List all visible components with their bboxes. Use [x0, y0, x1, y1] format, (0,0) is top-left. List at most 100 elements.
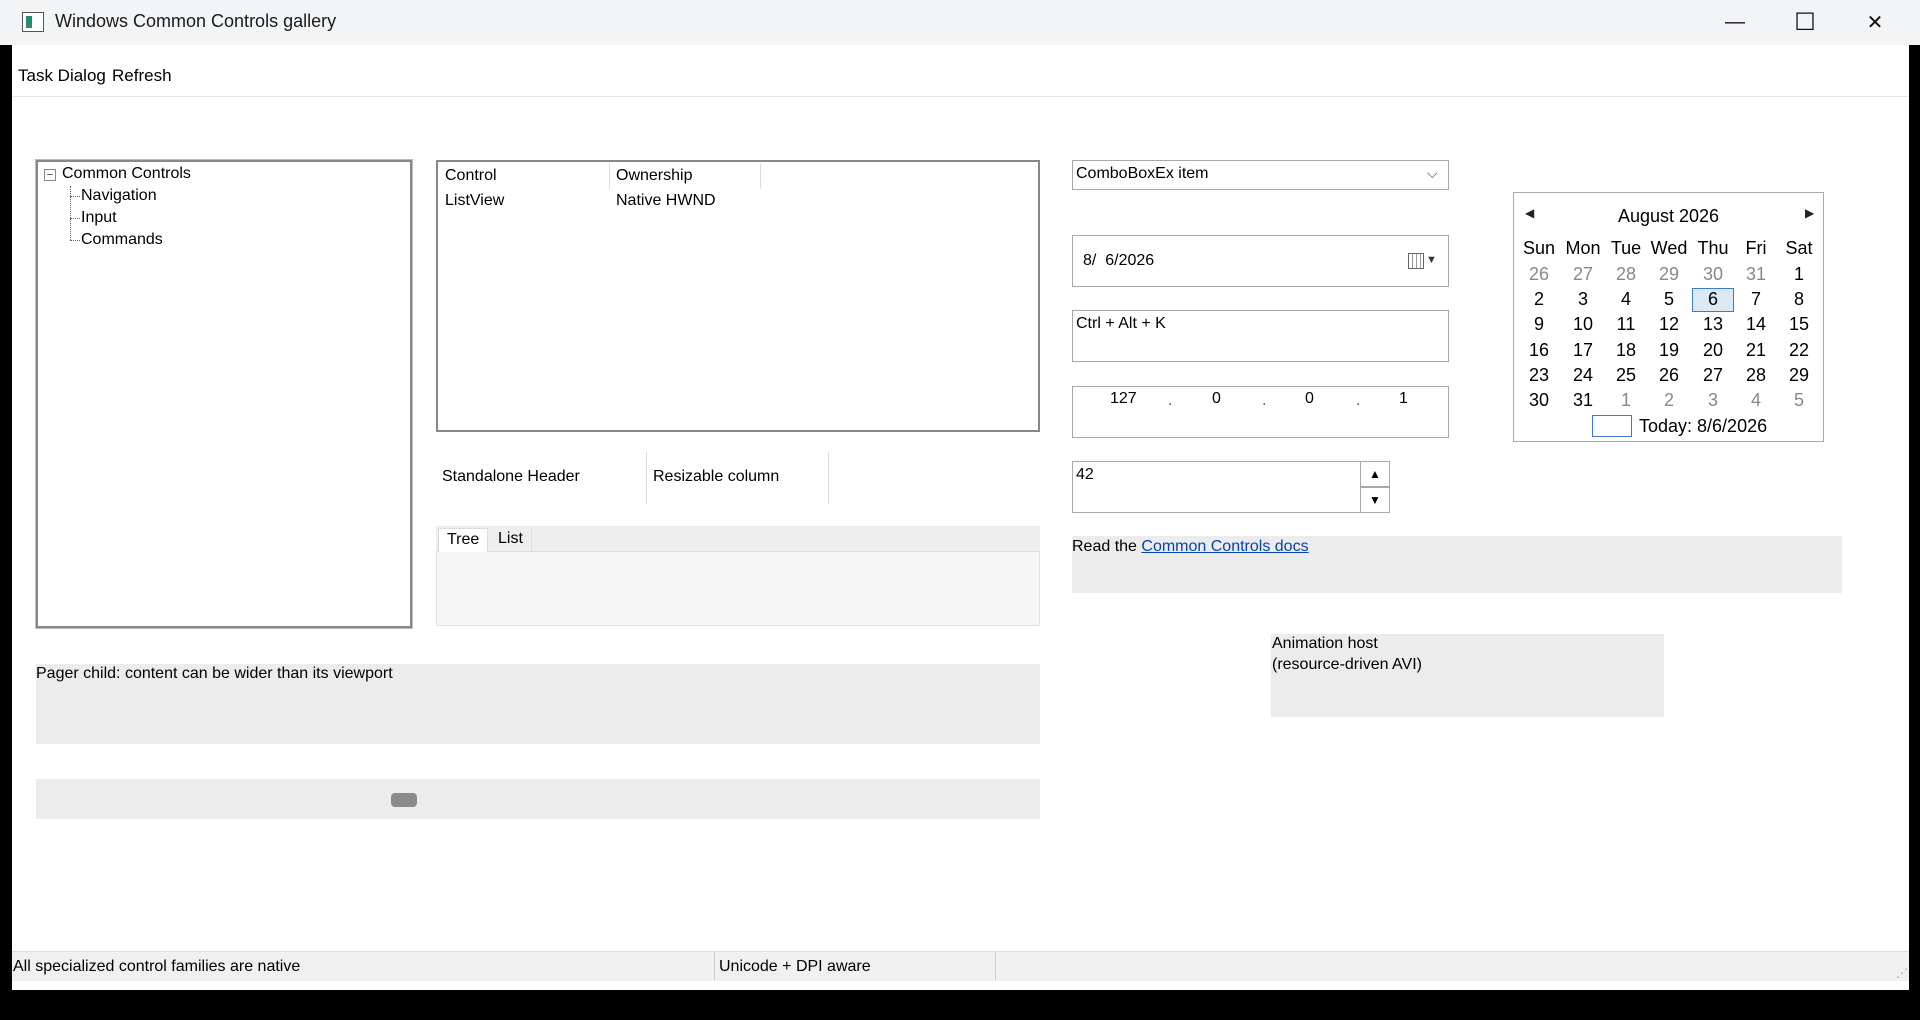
calendar-day[interactable]: 22: [1777, 340, 1821, 361]
calendar-day[interactable]: 18: [1604, 340, 1648, 361]
calendar-day[interactable]: 12: [1647, 314, 1691, 335]
chevron-down-icon[interactable]: ⌵: [1427, 165, 1438, 182]
calendar-day[interactable]: 26: [1647, 365, 1691, 386]
calendar-day[interactable]: 17: [1561, 340, 1605, 361]
tree-item-common-controls[interactable]: Common Controls: [62, 165, 191, 183]
calendar-day[interactable]: 28: [1604, 264, 1648, 285]
pager-child-text: Pager child: content can be wider than i…: [36, 665, 393, 682]
calendar-day[interactable]: 14: [1734, 314, 1778, 335]
calendar-day[interactable]: 4: [1734, 390, 1778, 411]
calendar-day[interactable]: 26: [1517, 264, 1561, 285]
calendar-day[interactable]: 3: [1691, 390, 1735, 411]
header-item-standalone[interactable]: Standalone Header: [442, 468, 580, 486]
list-column-divider[interactable]: [609, 163, 610, 189]
trackbar-thumb[interactable]: [390, 793, 417, 807]
ip-octet[interactable]: 0: [1305, 390, 1314, 408]
list-header-ownership[interactable]: Ownership: [616, 167, 692, 185]
calendar-weekday: Thu: [1697, 238, 1729, 258]
minimize-button[interactable]: —: [1700, 0, 1770, 45]
calendar-day[interactable]: 29: [1777, 365, 1821, 386]
header-divider[interactable]: [646, 452, 647, 504]
calendar-day[interactable]: 10: [1561, 314, 1605, 335]
next-month-icon[interactable]: ▶: [1805, 206, 1814, 220]
ip-octet[interactable]: 127: [1110, 390, 1137, 408]
tab-list[interactable]: List: [490, 528, 532, 552]
list-header-control[interactable]: Control: [445, 167, 497, 185]
header-item-resizable[interactable]: Resizable column: [653, 468, 779, 486]
syslink-prefix: Read the: [1072, 538, 1142, 555]
calendar-day[interactable]: 2: [1647, 390, 1691, 411]
calendar-day[interactable]: 1: [1604, 390, 1648, 411]
tree-connector: [70, 218, 80, 219]
tree-item-navigation[interactable]: Navigation: [81, 187, 157, 205]
calendar-day[interactable]: 31: [1561, 390, 1605, 411]
resize-grip-icon[interactable]: ⋰: [1896, 966, 1908, 980]
tree-connector: [70, 196, 80, 197]
list-cell[interactable]: Native HWND: [616, 192, 716, 210]
calendar-day[interactable]: 30: [1691, 264, 1735, 285]
close-icon: ✕: [1866, 12, 1884, 34]
calendar-day[interactable]: 31: [1734, 264, 1778, 285]
calendar-day[interactable]: 16: [1517, 340, 1561, 361]
calendar-day[interactable]: 28: [1734, 365, 1778, 386]
close-button[interactable]: ✕: [1840, 0, 1910, 45]
animation-title: Animation host: [1272, 635, 1378, 652]
calendar-day[interactable]: 2: [1517, 289, 1561, 310]
menu-task-dialog[interactable]: Task Dialog: [18, 66, 106, 86]
list-view[interactable]: [436, 160, 1040, 432]
collapse-icon[interactable]: −: [44, 169, 56, 181]
calendar-day[interactable]: 27: [1561, 264, 1605, 285]
calendar-day[interactable]: 7: [1734, 289, 1778, 310]
header-divider[interactable]: [828, 452, 829, 504]
calendar-day[interactable]: 8: [1777, 289, 1821, 310]
ip-octet[interactable]: 1: [1399, 390, 1408, 408]
calendar-day[interactable]: 21: [1734, 340, 1778, 361]
calendar-day[interactable]: 1: [1777, 264, 1821, 285]
calendar-day[interactable]: 9: [1517, 314, 1561, 335]
status-divider: [714, 952, 715, 980]
ip-octet[interactable]: 0: [1212, 390, 1221, 408]
spin-down-button[interactable]: ▼: [1360, 487, 1390, 513]
spin-up-button[interactable]: ▲: [1360, 461, 1390, 487]
calendar-day[interactable]: 23: [1517, 365, 1561, 386]
calendar-day[interactable]: 24: [1561, 365, 1605, 386]
tab-tree[interactable]: Tree: [438, 528, 489, 552]
tree-item-input[interactable]: Input: [81, 209, 117, 227]
maximize-button[interactable]: ☐: [1770, 0, 1840, 45]
calendar-day[interactable]: 4: [1604, 289, 1648, 310]
calendar-day[interactable]: 25: [1604, 365, 1648, 386]
calendar-day[interactable]: 15: [1777, 314, 1821, 335]
calendar-day[interactable]: 29: [1647, 264, 1691, 285]
minimize-icon: —: [1725, 11, 1745, 33]
calendar-day[interactable]: 27: [1691, 365, 1735, 386]
calendar-day[interactable]: 20: [1691, 340, 1735, 361]
list-column-divider[interactable]: [760, 163, 761, 189]
syslink: Read the Common Controls docs: [1072, 538, 1309, 556]
calendar-day[interactable]: 30: [1517, 390, 1561, 411]
date-value: 8/ 6/2026: [1083, 252, 1155, 269]
updown-field[interactable]: [1072, 461, 1390, 513]
calendar-day[interactable]: 19: [1647, 340, 1691, 361]
calendar-title[interactable]: August 2026: [1513, 206, 1824, 227]
calendar-weekday: Fri: [1745, 238, 1767, 258]
calendar-day[interactable]: 3: [1561, 289, 1605, 310]
calendar-day[interactable]: 11: [1604, 314, 1648, 335]
list-cell[interactable]: ListView: [445, 192, 504, 210]
calendar-day[interactable]: 5: [1777, 390, 1821, 411]
calendar-icon[interactable]: [1408, 253, 1424, 269]
trackbar[interactable]: [36, 779, 1040, 819]
menu-refresh[interactable]: Refresh: [112, 66, 172, 86]
today-link[interactable]: Today: 8/6/2026: [1639, 416, 1767, 437]
docs-link[interactable]: Common Controls docs: [1141, 538, 1308, 555]
calendar-day[interactable]: 13: [1691, 314, 1735, 335]
calendar-day[interactable]: 5: [1647, 289, 1691, 310]
dropdown-arrow-icon[interactable]: ▼: [1426, 254, 1437, 266]
calendar-weekday: Mon: [1565, 238, 1601, 258]
hotkey-value: Ctrl + Alt + K: [1076, 315, 1166, 332]
calendar-day[interactable]: 6: [1691, 289, 1735, 310]
today-marker: [1592, 415, 1632, 437]
tree-item-commands[interactable]: Commands: [81, 231, 163, 249]
maximize-icon: ☐: [1794, 9, 1816, 36]
status-divider: [995, 952, 996, 980]
calendar-weekday: Sun: [1522, 238, 1556, 258]
